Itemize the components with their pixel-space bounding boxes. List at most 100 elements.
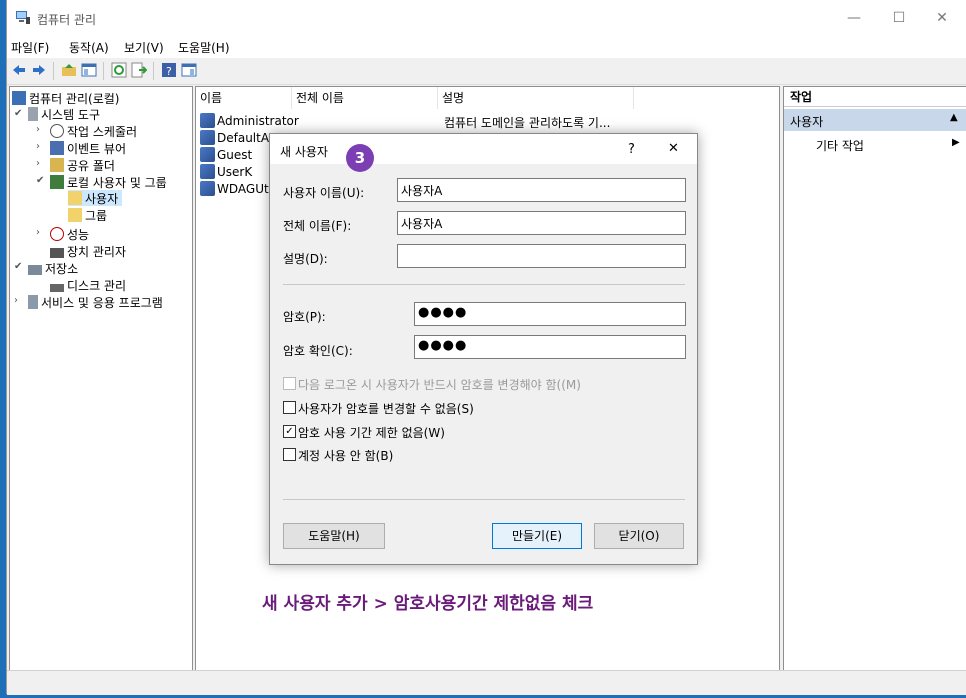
- title-bar: 컴퓨터 관리 — ☐ ✕: [7, 0, 966, 36]
- expand-arrow-icon[interactable]: ›: [36, 227, 40, 238]
- username-label: 사용자 이름(U):: [283, 186, 365, 200]
- tree-item-storage[interactable]: 저장소: [28, 260, 78, 276]
- collapse-arrow-icon[interactable]: ✔: [14, 261, 22, 272]
- submenu-arrow-icon: ▶: [952, 137, 960, 148]
- dialog-close-button[interactable]: ✕: [668, 141, 679, 156]
- tree-item-services-apps[interactable]: 서비스 및 응용 프로그램: [28, 294, 163, 310]
- list-item[interactable]: DefaultAc: [200, 130, 275, 147]
- close-window-button[interactable]: ✕: [927, 8, 957, 28]
- navigation-tree: 컴퓨터 관리(로컬) ✔ 시스템 도구 › 작업 스케줄러 › 이벤트 뷰어 ›…: [9, 86, 193, 672]
- user-icon: [200, 130, 215, 145]
- tutorial-caption: 새 사용자 추가 > 암호사용기간 제한없음 체크: [262, 594, 594, 614]
- must-change-password-label: 다음 로그온 시 사용자가 반드시 암호를 변경해야 함((M): [298, 378, 581, 392]
- user-icon: [200, 113, 215, 128]
- description-label: 설명(D):: [283, 252, 328, 266]
- dialog-help-button[interactable]: ?: [628, 142, 635, 157]
- expand-arrow-icon[interactable]: ›: [36, 141, 40, 152]
- actions-header: 작업: [784, 87, 966, 107]
- show-hide-tree-icon[interactable]: [81, 62, 97, 78]
- password-field[interactable]: ●●●●: [414, 302, 686, 326]
- menu-action[interactable]: 동작(A): [69, 39, 109, 56]
- user-icon: [200, 147, 215, 162]
- column-header-fullname[interactable]: 전체 이름: [292, 87, 438, 109]
- dialog-title: 새 사용자: [280, 145, 328, 159]
- user-icon: [200, 181, 215, 196]
- help-button[interactable]: 도움말(H): [283, 523, 385, 549]
- list-item[interactable]: Guest: [200, 147, 252, 164]
- tree-item-disk-management[interactable]: 디스크 관리: [50, 277, 126, 293]
- cannot-change-password-checkbox[interactable]: [283, 401, 296, 414]
- description-field[interactable]: [397, 244, 686, 268]
- confirm-password-field[interactable]: ●●●●: [414, 335, 686, 359]
- tree-item-local-users-groups[interactable]: 로컬 사용자 및 그룹: [50, 174, 167, 190]
- username-field[interactable]: 사용자A: [397, 178, 686, 202]
- expand-arrow-icon[interactable]: ›: [36, 124, 40, 135]
- list-item[interactable]: Administrator: [200, 113, 299, 130]
- menu-view[interactable]: 보기(V): [124, 39, 164, 56]
- list-item[interactable]: WDAGUtil: [200, 181, 275, 198]
- tree-item-event-viewer[interactable]: 이벤트 뷰어: [50, 140, 126, 156]
- disk-icon: [50, 284, 64, 292]
- account-disabled-label: 계정 사용 안 함(B): [298, 449, 394, 463]
- fullname-label: 전체 이름(F):: [283, 219, 352, 233]
- column-header-name[interactable]: 이름: [196, 87, 292, 109]
- divider: [283, 499, 685, 500]
- step-badge: 3: [346, 144, 374, 172]
- device-manager-icon: [50, 248, 64, 258]
- expand-arrow-icon[interactable]: ›: [36, 158, 40, 169]
- tree-item-device-manager[interactable]: 장치 관리자: [50, 243, 126, 259]
- svg-text:?: ?: [166, 65, 172, 78]
- collapse-triangle-icon[interactable]: ▲: [950, 112, 958, 123]
- collapse-arrow-icon[interactable]: ✔: [36, 175, 44, 186]
- dialog-title-bar: 새 사용자 3 ? ✕: [270, 134, 697, 172]
- tree-item-groups[interactable]: 그룹: [68, 207, 107, 223]
- menu-help[interactable]: 도움말(H): [178, 39, 230, 56]
- list-item[interactable]: UserK: [200, 164, 252, 181]
- tree-item-performance[interactable]: 성능: [50, 226, 89, 242]
- export-list-icon[interactable]: [131, 62, 147, 78]
- users-group-icon: [50, 175, 64, 189]
- close-button[interactable]: 닫기(O): [594, 523, 684, 549]
- computer-management-icon: [16, 11, 30, 24]
- column-header-description[interactable]: 설명: [438, 87, 634, 109]
- collapse-arrow-icon[interactable]: ✔: [14, 108, 22, 119]
- password-label: 암호(P):: [283, 310, 326, 324]
- password-never-expires-label: 암호 사용 기간 제한 없음(W): [298, 426, 445, 440]
- refresh-icon[interactable]: [111, 62, 127, 78]
- folder-icon: [68, 208, 82, 222]
- computer-management-icon: [12, 91, 26, 105]
- create-button[interactable]: 만들기(E): [492, 523, 582, 549]
- new-user-dialog: 새 사용자 3 ? ✕ 사용자 이름(U): 사용자A 전체 이름(F): 사용…: [269, 133, 698, 565]
- tree-item-shared-folders[interactable]: 공유 폴더: [50, 157, 115, 173]
- expand-arrow-icon[interactable]: ›: [14, 295, 18, 306]
- tree-item-root[interactable]: 컴퓨터 관리(로컬): [12, 90, 119, 106]
- shared-folder-icon: [50, 158, 64, 172]
- clock-icon: [50, 124, 64, 138]
- up-folder-icon[interactable]: [61, 62, 77, 78]
- forward-arrow-icon[interactable]: [31, 62, 47, 78]
- window-title: 컴퓨터 관리: [37, 13, 97, 27]
- menu-bar: 파일(F) 동작(A) 보기(V) 도움말(H): [7, 36, 966, 58]
- status-bar: [7, 670, 966, 695]
- actions-more[interactable]: 기타 작업 ▶: [784, 135, 966, 155]
- confirm-password-label: 암호 확인(C):: [283, 344, 353, 358]
- password-never-expires-checkbox[interactable]: ✓: [283, 425, 296, 438]
- divider: [283, 284, 685, 285]
- back-arrow-icon[interactable]: [11, 62, 27, 78]
- tree-item-users-selected[interactable]: 사용자: [68, 190, 123, 206]
- maximize-button[interactable]: ☐: [884, 8, 914, 28]
- services-icon: [28, 295, 38, 309]
- toolbar: ?: [7, 58, 966, 85]
- minimize-button[interactable]: —: [839, 8, 869, 28]
- tree-item-task-scheduler[interactable]: 작업 스케줄러: [50, 123, 137, 139]
- account-disabled-checkbox[interactable]: [283, 448, 296, 461]
- actions-section-users[interactable]: 사용자 ▲: [784, 109, 966, 131]
- fullname-field[interactable]: 사용자A: [397, 211, 686, 235]
- help-icon[interactable]: ?: [161, 62, 177, 78]
- tree-item-system-tools[interactable]: 시스템 도구: [28, 106, 100, 122]
- show-action-pane-icon[interactable]: [181, 62, 197, 78]
- menu-file[interactable]: 파일(F): [11, 39, 49, 56]
- event-viewer-icon: [50, 141, 64, 155]
- must-change-password-checkbox[interactable]: [283, 377, 296, 390]
- description-cell: 컴퓨터 도메인을 관리하도록 기...: [444, 116, 611, 130]
